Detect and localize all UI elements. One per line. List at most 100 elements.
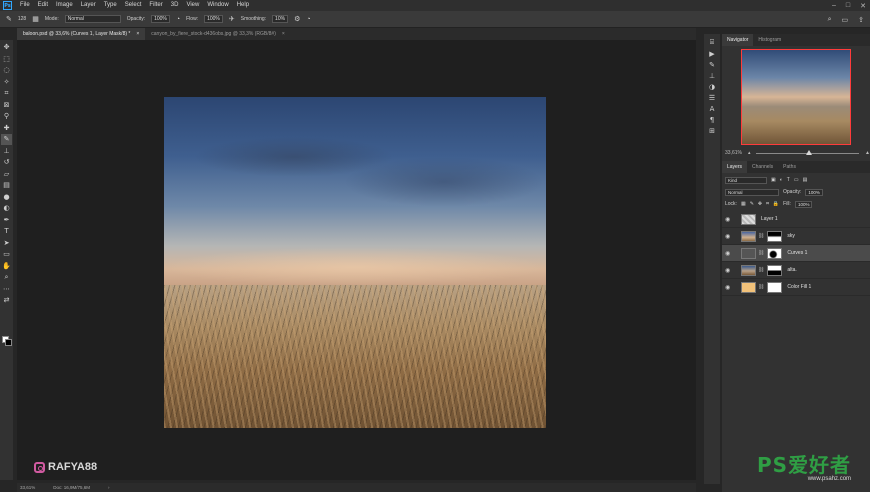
close-icon[interactable]: ✕ [860, 2, 866, 10]
opacity-field[interactable]: 100% [151, 15, 170, 23]
menu-help[interactable]: Help [233, 0, 253, 11]
lock-all-icon[interactable]: 🔒 [773, 201, 779, 207]
layer-row-layer-1[interactable]: ◉ Layer 1 [722, 211, 870, 228]
mask-link-icon[interactable]: ⛓ [758, 267, 764, 273]
character-panel-icon[interactable]: A [710, 105, 715, 113]
blend-mode-select[interactable]: Normal [725, 188, 779, 196]
swap-colors-icon[interactable]: ⇄ [1, 295, 12, 306]
layer-name[interactable]: Layer 1 [761, 216, 778, 222]
lock-pixels-icon[interactable]: ▦ [741, 201, 746, 207]
menu-window[interactable]: Window [203, 0, 232, 11]
menu-select[interactable]: Select [121, 0, 146, 11]
filter-adjustment-icon[interactable]: ◐ [780, 177, 783, 183]
background-color-swatch[interactable] [5, 339, 12, 346]
menu-type[interactable]: Type [100, 0, 121, 11]
minimize-icon[interactable]: – [832, 2, 836, 9]
properties-panel-icon[interactable]: ☰ [709, 94, 715, 102]
kind-filter-select[interactable]: Kind [725, 176, 767, 184]
path-select-tool-icon[interactable]: ➤ [1, 238, 12, 249]
marquee-tool-icon[interactable]: ⬚ [1, 54, 12, 65]
layer-name[interactable]: alta. [787, 267, 796, 273]
lock-position-icon[interactable]: ✥ [758, 201, 762, 207]
lasso-tool-icon[interactable]: ◌ [1, 65, 12, 76]
actions-panel-icon[interactable]: ▶ [709, 50, 714, 58]
layer-opacity-field[interactable]: 100% [805, 188, 823, 196]
clone-source-icon[interactable]: ⊥ [709, 72, 715, 80]
layer-row-sky[interactable]: ◉ ⛓ sky [722, 228, 870, 245]
filter-smart-icon[interactable]: ▤ [803, 177, 808, 183]
history-panel-icon[interactable]: ⌸ [710, 38, 714, 47]
brush-settings-icon[interactable]: ▦ [32, 15, 39, 23]
dodge-tool-icon[interactable]: ◐ [1, 203, 12, 214]
hand-tool-icon[interactable]: ✋ [1, 261, 12, 272]
flow-field[interactable]: 100% [204, 15, 223, 23]
filter-shape-icon[interactable]: ▭ [794, 177, 799, 183]
menu-edit[interactable]: Edit [34, 0, 52, 11]
tab-close-icon[interactable]: × [136, 28, 139, 40]
brush-tool-icon[interactable]: ✎ [6, 15, 12, 23]
quick-select-tool-icon[interactable]: ✧ [1, 77, 12, 88]
blur-tool-icon[interactable]: ● [1, 192, 12, 203]
menu-view[interactable]: View [182, 0, 203, 11]
workspace-icon[interactable]: ▭ [842, 16, 849, 24]
eraser-tool-icon[interactable]: ▱ [1, 169, 12, 180]
layer-row-curves-1[interactable]: ◉ ⛓ Curves 1 [722, 245, 870, 262]
airbrush-icon[interactable]: ✈ [229, 15, 235, 23]
zoom-slider-knob[interactable] [806, 149, 813, 155]
brush-settings-panel-icon[interactable]: ✎ [709, 61, 715, 69]
mask-link-icon[interactable]: ⛓ [758, 284, 764, 290]
navigator-zoom-value[interactable]: 33,61% [725, 150, 742, 156]
layer-fill-field[interactable]: 100% [794, 200, 813, 208]
frame-tool-icon[interactable]: ⊠ [1, 100, 12, 111]
gear-icon[interactable]: ⚙ [294, 15, 300, 23]
crop-tool-icon[interactable]: ⌗ [1, 88, 12, 99]
layer-mask-thumbnail[interactable] [767, 230, 783, 242]
zoom-in-icon[interactable]: ▲ [865, 150, 870, 156]
status-chevron-icon[interactable]: › [108, 485, 110, 490]
tab-canyon[interactable]: canyon_by_fiere_stock-d436obs.jpg @ 33,3… [145, 28, 291, 40]
smoothing-field[interactable]: 10% [272, 15, 289, 23]
tab-close-icon[interactable]: × [282, 28, 285, 40]
brush-size[interactable]: 128 [18, 16, 26, 22]
visibility-eye-icon[interactable]: ◉ [725, 216, 735, 223]
document-canvas[interactable] [164, 97, 546, 428]
visibility-eye-icon[interactable]: ◉ [725, 267, 735, 274]
visibility-eye-icon[interactable]: ◉ [725, 284, 735, 291]
healing-tool-icon[interactable]: ✚ [1, 123, 12, 134]
styles-panel-icon[interactable]: ⊞ [709, 127, 715, 135]
history-brush-icon[interactable]: ↺ [1, 157, 12, 168]
layer-mask-thumbnail[interactable] [767, 247, 783, 259]
zoom-readout[interactable]: 33,61% [20, 485, 35, 490]
layer-mask-thumbnail[interactable] [767, 281, 783, 293]
zoom-slider[interactable] [756, 149, 860, 155]
gradient-tool-icon[interactable]: ▤ [1, 180, 12, 191]
tab-navigator[interactable]: Navigator [722, 34, 754, 46]
pressure-size-icon[interactable]: ◔ [306, 16, 310, 23]
shape-tool-icon[interactable]: ▭ [1, 249, 12, 260]
navigator-view-box[interactable] [741, 49, 851, 145]
more-tools-icon[interactable]: ⋯ [1, 284, 12, 295]
menu-layer[interactable]: Layer [77, 0, 100, 11]
menu-filter[interactable]: Filter [145, 0, 166, 11]
zoom-out-icon[interactable]: ▴ [748, 150, 751, 156]
menu-file[interactable]: File [16, 0, 34, 11]
move-tool-icon[interactable]: ✥ [1, 42, 12, 53]
lock-paint-icon[interactable]: ✎ [750, 201, 754, 207]
tab-channels[interactable]: Channels [747, 161, 778, 173]
lock-artboard-icon[interactable]: ⌗ [766, 201, 769, 207]
stamp-tool-icon[interactable]: ⊥ [1, 146, 12, 157]
eyedropper-tool-icon[interactable]: ⚲ [1, 111, 12, 122]
maximize-icon[interactable]: □ [846, 2, 850, 9]
visibility-eye-icon[interactable]: ◉ [725, 233, 735, 240]
mask-link-icon[interactable]: ⛓ [758, 233, 764, 239]
layer-name[interactable]: Curves 1 [787, 250, 807, 256]
brush-tool-icon[interactable]: ✎ [1, 134, 12, 145]
share-icon[interactable]: ⇪ [858, 16, 864, 24]
adjustments-panel-icon[interactable]: ◑ [709, 83, 715, 91]
pen-tool-icon[interactable]: ✒ [1, 215, 12, 226]
layer-name[interactable]: Color Fill 1 [787, 284, 811, 290]
mode-select[interactable]: Normal [64, 15, 121, 23]
filter-pixel-icon[interactable]: ▣ [771, 177, 776, 183]
filter-type-icon[interactable]: T [787, 177, 790, 183]
layer-mask-thumbnail[interactable] [767, 264, 783, 276]
